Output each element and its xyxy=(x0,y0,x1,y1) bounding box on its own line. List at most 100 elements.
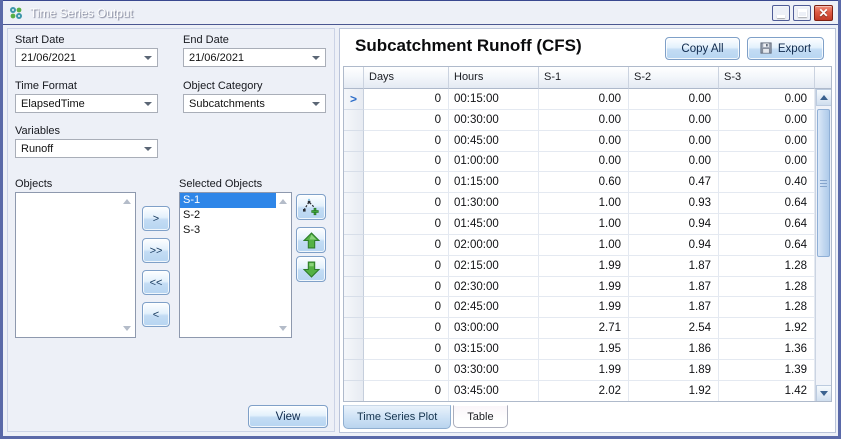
table-cell[interactable]: 00:30:00 xyxy=(449,109,539,131)
move-all-left-button[interactable]: << xyxy=(142,270,170,295)
table-cell[interactable]: 0.00 xyxy=(629,151,719,173)
table-cell[interactable]: 1.28 xyxy=(719,297,815,319)
table-cell[interactable]: 0.00 xyxy=(539,89,629,110)
table-cell[interactable]: 0 xyxy=(364,359,449,381)
row-header-cell[interactable] xyxy=(344,151,364,173)
table-cell[interactable]: 00:45:00 xyxy=(449,130,539,152)
table-cell[interactable]: 02:45:00 xyxy=(449,297,539,319)
table-cell[interactable]: 1.00 xyxy=(539,193,629,215)
table-cell[interactable]: 1.92 xyxy=(629,380,719,401)
table-cell[interactable]: 0 xyxy=(364,276,449,298)
table-cell[interactable]: 1.87 xyxy=(629,297,719,319)
row-header-cell[interactable] xyxy=(344,255,364,277)
table-cell[interactable]: 1.00 xyxy=(539,234,629,256)
table-cell[interactable]: 0 xyxy=(364,151,449,173)
table-cell[interactable]: 0.00 xyxy=(539,109,629,131)
scroll-down-button[interactable] xyxy=(816,385,831,401)
time-format-select[interactable]: ElapsedTime xyxy=(15,94,158,113)
table-cell[interactable]: 1.87 xyxy=(629,276,719,298)
objects-listbox[interactable] xyxy=(15,192,136,338)
end-date-select[interactable]: 21/06/2021 xyxy=(183,48,326,67)
row-header-cell[interactable]: > xyxy=(344,89,364,110)
table-cell[interactable]: 1.99 xyxy=(539,297,629,319)
table-cell[interactable]: 2.71 xyxy=(539,318,629,340)
table-cell[interactable]: 03:30:00 xyxy=(449,359,539,381)
row-header-cell[interactable] xyxy=(344,276,364,298)
table-cell[interactable]: 0 xyxy=(364,255,449,277)
table-cell[interactable]: 1.89 xyxy=(629,359,719,381)
table-cell[interactable]: 0.00 xyxy=(629,109,719,131)
selected-objects-item[interactable]: S-3 xyxy=(180,223,276,238)
table-cell[interactable]: 00:15:00 xyxy=(449,89,539,110)
table-cell[interactable]: 0 xyxy=(364,172,449,194)
table-cell[interactable]: 0 xyxy=(364,130,449,152)
selected-objects-listbox[interactable]: S-1 S-2 S-3 xyxy=(179,192,292,338)
table-cell[interactable]: 0 xyxy=(364,214,449,235)
table-cell[interactable]: 01:00:00 xyxy=(449,151,539,173)
object-category-select[interactable]: Subcatchments xyxy=(183,94,326,113)
table-cell[interactable]: 0.64 xyxy=(719,234,815,256)
table-cell[interactable]: 0 xyxy=(364,380,449,401)
table-cell[interactable]: 1.36 xyxy=(719,339,815,360)
table-cell[interactable]: 0.60 xyxy=(539,172,629,194)
copy-all-button[interactable]: Copy All xyxy=(665,37,740,60)
table-cell[interactable]: 01:30:00 xyxy=(449,193,539,215)
move-down-button[interactable] xyxy=(296,256,326,282)
table-cell[interactable]: 0.00 xyxy=(629,89,719,110)
column-header-hours[interactable]: Hours xyxy=(449,67,539,89)
close-button[interactable]: ✕ xyxy=(814,4,833,21)
table-cell[interactable]: 03:00:00 xyxy=(449,318,539,340)
table-cell[interactable]: 1.99 xyxy=(539,255,629,277)
table-cell[interactable]: 0.00 xyxy=(629,130,719,152)
column-header-s-3[interactable]: S-3 xyxy=(719,67,815,89)
selected-objects-item[interactable]: S-1 xyxy=(180,193,276,208)
table-cell[interactable]: 1.28 xyxy=(719,276,815,298)
tab-table[interactable]: Table xyxy=(453,405,508,428)
table-cell[interactable]: 02:00:00 xyxy=(449,234,539,256)
table-cell[interactable]: 2.54 xyxy=(629,318,719,340)
table-cell[interactable]: 0.00 xyxy=(719,109,815,131)
start-date-select[interactable]: 21/06/2021 xyxy=(15,48,158,67)
scroll-up-button[interactable] xyxy=(816,89,831,106)
table-cell[interactable]: 01:15:00 xyxy=(449,172,539,194)
table-cell[interactable]: 0.00 xyxy=(719,151,815,173)
row-header-cell[interactable] xyxy=(344,109,364,131)
move-up-button[interactable] xyxy=(296,227,326,253)
table-cell[interactable]: 1.95 xyxy=(539,339,629,360)
row-header-cell[interactable] xyxy=(344,318,364,340)
table-cell[interactable]: 0.64 xyxy=(719,193,815,215)
row-header-cell[interactable] xyxy=(344,380,364,401)
move-all-right-button[interactable]: >> xyxy=(142,238,170,263)
table-cell[interactable]: 01:45:00 xyxy=(449,214,539,235)
row-header-cell[interactable] xyxy=(344,297,364,319)
table-cell[interactable]: 02:15:00 xyxy=(449,255,539,277)
row-header-cell[interactable] xyxy=(344,234,364,256)
column-header-days[interactable]: Days xyxy=(364,67,449,89)
row-header-cell[interactable] xyxy=(344,130,364,152)
table-cell[interactable]: 0.93 xyxy=(629,193,719,215)
table-cell[interactable]: 0 xyxy=(364,234,449,256)
view-button[interactable]: View xyxy=(248,405,328,428)
minimize-button[interactable] xyxy=(772,4,790,21)
table-cell[interactable]: 1.86 xyxy=(629,339,719,360)
table-cell[interactable]: 0 xyxy=(364,318,449,340)
table-cell[interactable]: 1.92 xyxy=(719,318,815,340)
table-cell[interactable]: 0.64 xyxy=(719,214,815,235)
scrollbar-thumb[interactable] xyxy=(817,109,830,257)
table-cell[interactable]: 0.40 xyxy=(719,172,815,194)
table-cell[interactable]: 0.00 xyxy=(539,130,629,152)
row-header-cell[interactable] xyxy=(344,339,364,360)
table-cell[interactable]: 1.39 xyxy=(719,359,815,381)
table-cell[interactable]: 2.02 xyxy=(539,380,629,401)
table-cell[interactable]: 0.00 xyxy=(539,151,629,173)
column-header-s-2[interactable]: S-2 xyxy=(629,67,719,89)
table-cell[interactable]: 02:30:00 xyxy=(449,276,539,298)
select-from-map-button[interactable] xyxy=(296,194,326,220)
table-cell[interactable]: 0 xyxy=(364,109,449,131)
row-header-cell[interactable] xyxy=(344,172,364,194)
table-cell[interactable]: 0.94 xyxy=(629,234,719,256)
column-header-s-1[interactable]: S-1 xyxy=(539,67,629,89)
table-cell[interactable]: 1.28 xyxy=(719,255,815,277)
table-cell[interactable]: 0 xyxy=(364,89,449,110)
table-cell[interactable]: 1.87 xyxy=(629,255,719,277)
